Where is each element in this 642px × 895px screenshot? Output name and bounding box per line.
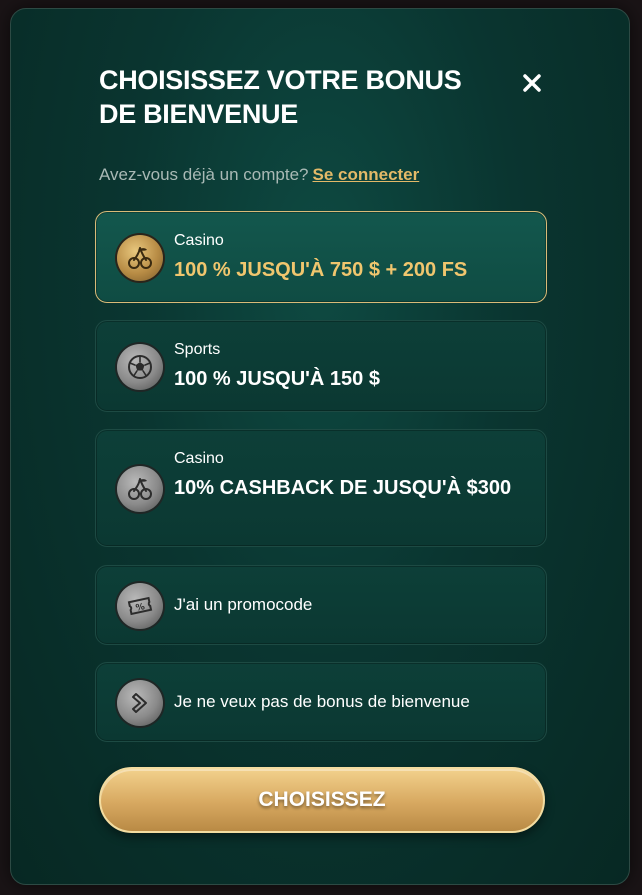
welcome-bonus-modal: CHOISISSEZ VOTRE BONUS DE BIENVENUE Avez… xyxy=(10,8,630,885)
option-category: Sports xyxy=(174,341,221,358)
option-promocode[interactable]: % J'ai un promocode xyxy=(95,565,547,645)
arrow-right-icon xyxy=(132,693,147,713)
login-link[interactable]: Se connecter xyxy=(312,165,419,184)
bonus-option-casino-welcome[interactable]: Casino 100 % JUSQU'À 750 $ + 200 FS xyxy=(95,211,547,303)
login-prompt-row: Avez-vous déjà un compte? Se connecter xyxy=(99,165,419,185)
option-label: Je ne veux pas de bonus de bienvenue xyxy=(174,692,470,711)
bonus-option-sports[interactable]: Sports 100 % JUSQU'À 150 $ xyxy=(95,320,547,412)
soccer-ball-icon xyxy=(128,355,152,379)
option-icon-badge xyxy=(117,680,163,726)
option-icon-badge xyxy=(117,344,163,390)
coupon-icon: % xyxy=(127,596,153,616)
option-icon-badge: % xyxy=(117,583,163,629)
option-label: J'ai un promocode xyxy=(174,595,313,614)
option-offer: 100 % JUSQU'À 150 $ xyxy=(174,368,380,390)
close-button[interactable] xyxy=(516,67,548,99)
option-no-bonus[interactable]: Je ne veux pas de bonus de bienvenue xyxy=(95,662,547,742)
modal-title: CHOISISSEZ VOTRE BONUS DE BIENVENUE xyxy=(99,65,462,129)
option-icon-badge xyxy=(117,466,163,512)
login-prompt-text: Avez-vous déjà un compte? xyxy=(99,165,309,184)
close-icon xyxy=(523,74,541,92)
cherries-icon xyxy=(128,478,152,500)
option-icon-badge xyxy=(117,235,163,281)
bonus-option-casino-cashback[interactable]: Casino 10% CASHBACK DE JUSQU'À $300 xyxy=(95,429,547,547)
option-offer: 10% CASHBACK DE JUSQU'À $300 xyxy=(174,477,512,499)
cherries-icon xyxy=(128,247,152,269)
svg-text:%: % xyxy=(135,602,146,614)
option-offer: 100 % JUSQU'À 750 $ + 200 FS xyxy=(174,259,468,281)
option-category: Casino xyxy=(174,450,224,467)
choose-button[interactable]: CHOISISSEZ xyxy=(99,767,545,833)
option-category: Casino xyxy=(174,232,224,249)
